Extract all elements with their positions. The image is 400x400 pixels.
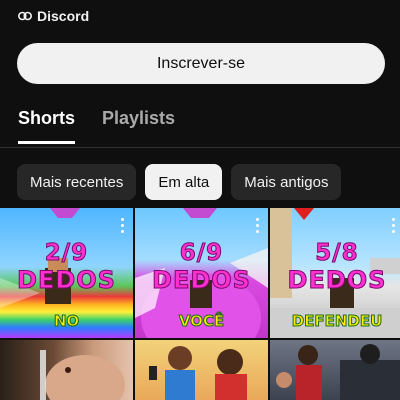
short-caption: DEFENDEU — [291, 312, 383, 331]
link-icon — [18, 11, 32, 21]
short-caption: NO — [53, 312, 80, 331]
tab-divider — [0, 147, 400, 148]
chip-mais-recentes[interactable]: Mais recentes — [17, 164, 137, 200]
tab-playlists[interactable]: Playlists — [102, 108, 175, 138]
short-art — [276, 344, 400, 400]
short-caption: VOCÊ — [178, 312, 225, 331]
short-dedos: DEDOS — [152, 266, 251, 295]
short-thumbnail[interactable] — [135, 340, 268, 400]
short-thumbnail[interactable]: 2/9 DEDOS NO — [0, 208, 133, 338]
chip-mais-antigos[interactable]: Mais antigos — [231, 164, 342, 200]
short-thumbnail[interactable]: 6/9 DEDOS VOCÊ — [135, 208, 268, 338]
short-art — [149, 346, 247, 400]
shorts-grid: 2/9 DEDOS NO 6/9 DEDOS VOCÊ 5/8 DEDOS DE… — [0, 208, 400, 400]
short-score: 6/9 — [179, 240, 224, 267]
channel-tabs: Shorts Playlists — [18, 108, 175, 144]
more-vert-icon[interactable] — [392, 218, 396, 234]
subscribe-button[interactable]: Inscrever-se — [17, 43, 385, 84]
tab-shorts[interactable]: Shorts — [18, 108, 76, 144]
chip-em-alta[interactable]: Em alta — [145, 164, 223, 200]
more-vert-icon[interactable] — [121, 218, 125, 234]
sort-chips: Mais recentes Em alta Mais antigos — [17, 164, 342, 200]
short-thumbnail[interactable]: 5/8 DEDOS DEFENDEU — [270, 208, 400, 338]
discord-link[interactable]: Discord — [18, 8, 89, 24]
more-vert-icon[interactable] — [256, 218, 260, 234]
short-thumbnail[interactable] — [0, 340, 133, 400]
short-score: 2/9 — [44, 240, 89, 267]
short-score: 5/8 — [315, 240, 359, 267]
short-dedos: DEDOS — [287, 266, 387, 295]
short-dedos: DEDOS — [17, 266, 116, 295]
short-art — [40, 350, 125, 400]
short-thumbnail[interactable] — [270, 340, 400, 400]
discord-link-label: Discord — [37, 8, 90, 24]
